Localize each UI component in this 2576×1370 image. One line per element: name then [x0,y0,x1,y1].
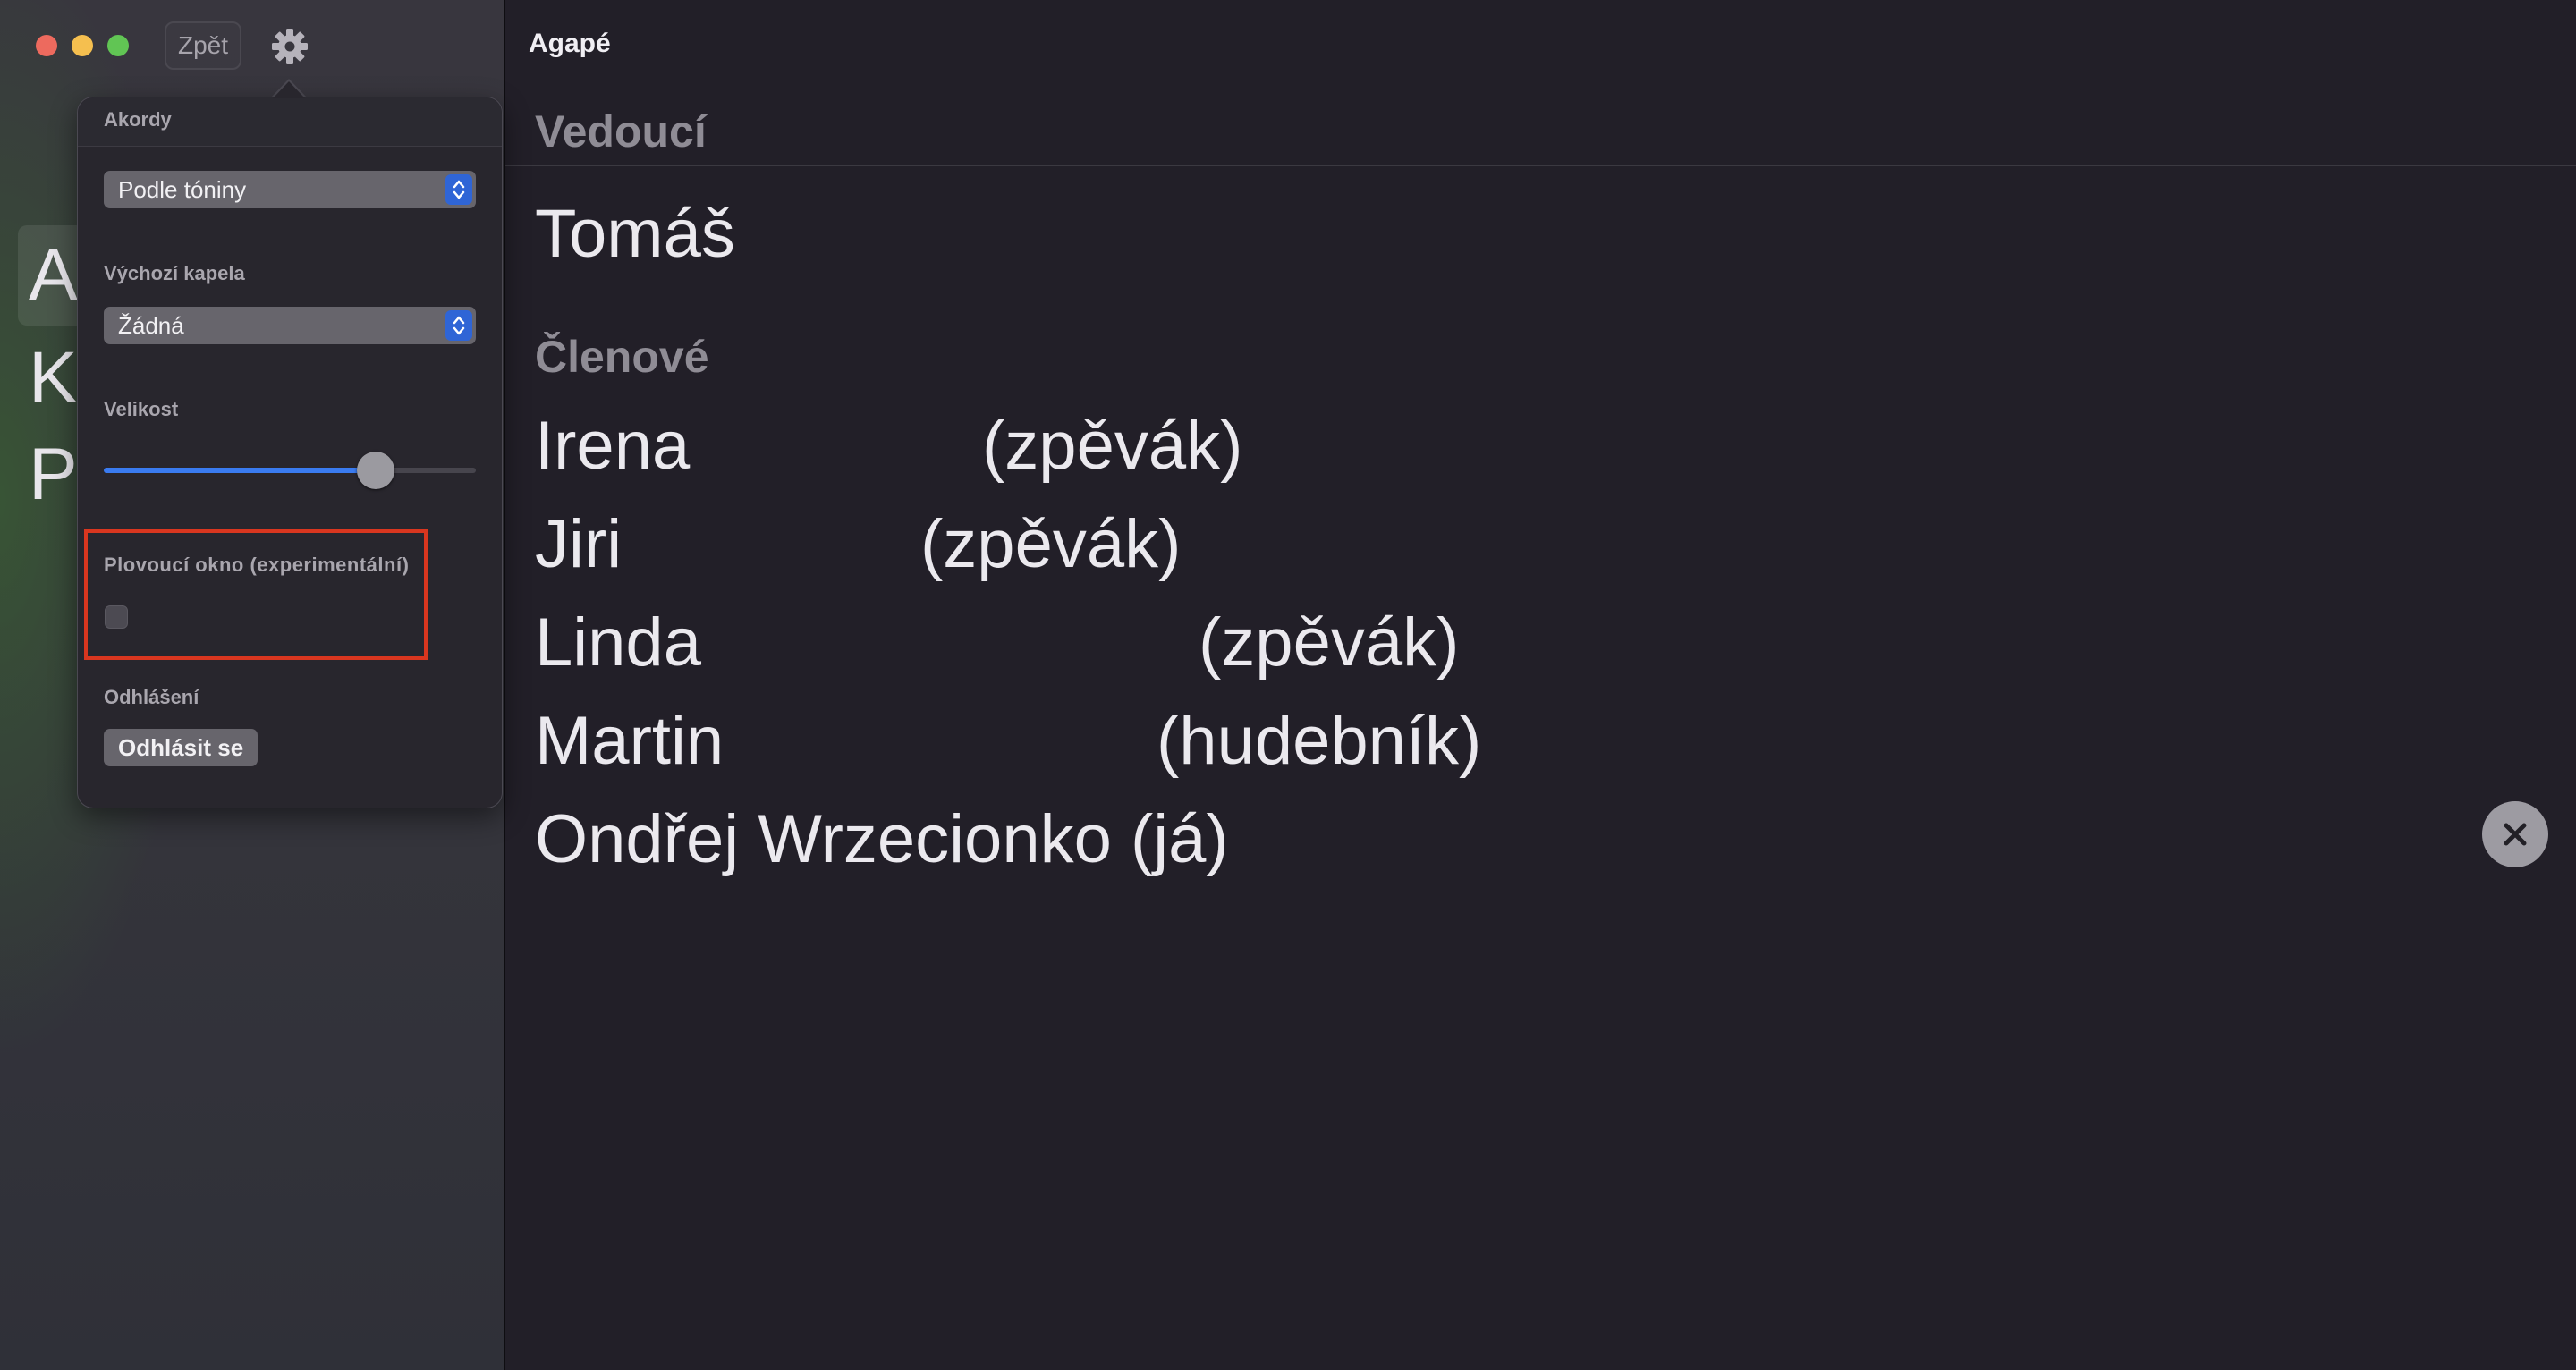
zoom-window-button[interactable] [107,35,129,56]
chevron-up-down-icon [445,310,472,341]
minimize-window-button[interactable] [72,35,93,56]
size-slider-knob[interactable] [357,452,394,489]
member-role: (zpěvák) [920,506,1182,582]
chevron-up-down-icon [445,174,472,205]
size-label: Velikost [104,398,179,420]
back-button[interactable]: Zpět [165,21,242,70]
highlight-box [84,529,428,660]
list-item: Martin (hudebník) [535,702,1787,791]
member-role: (hudebník) [1157,703,1482,779]
default-band-select-value: Žádná [118,311,184,339]
default-band-select[interactable]: Žádná [104,307,476,344]
sidebar-item-p[interactable]: P [29,438,78,512]
list-item: Irena (zpěvák) [535,407,1787,496]
window-title: Agapé [529,29,611,58]
logout-label: Odhlášení [104,686,199,708]
member-name: Irena [535,408,691,484]
sidebar-item-k[interactable]: K [29,342,78,415]
sidebar-item-label: A [29,234,78,316]
logout-button[interactable]: Odhlásit se [104,729,258,766]
members-heading: Členové [535,332,709,382]
list-item: Ondřej Wrzecionko (já) [535,800,1787,890]
list-item: Jiri (zpěvák) [535,505,1787,595]
close-button[interactable] [2482,801,2548,867]
member-name: Linda [535,605,701,681]
member-role: (zpěvák) [1199,605,1460,681]
sidebar-item-label: P [29,434,78,515]
chords-label: Akordy [104,108,172,131]
member-name: Martin [535,703,724,779]
band-detail: Agapé Vedoucí Tomáš Členové Irena (zpěvá… [505,0,2576,1370]
chords-select[interactable]: Podle tóniny [104,171,476,208]
member-name: Ondřej Wrzecionko (já) [535,801,1229,877]
settings-popover: Akordy Podle tóniny Výchozí kapela Žádná… [77,97,503,808]
leader-name: Tomáš [535,196,735,272]
gear-icon[interactable] [270,27,309,66]
divider [505,165,2576,166]
member-name: Jiri [535,506,623,582]
popover-arrow-fill [273,81,305,98]
chords-select-value: Podle tóniny [118,175,247,203]
size-slider-fill[interactable] [104,468,377,473]
list-item: Linda (zpěvák) [535,604,1787,693]
close-icon [2504,823,2527,846]
leaders-heading: Vedoucí [535,106,707,156]
close-window-button[interactable] [36,35,57,56]
sidebar-item-label: K [29,337,78,419]
member-role: (zpěvák) [982,408,1243,484]
default-band-label: Výchozí kapela [104,262,245,284]
